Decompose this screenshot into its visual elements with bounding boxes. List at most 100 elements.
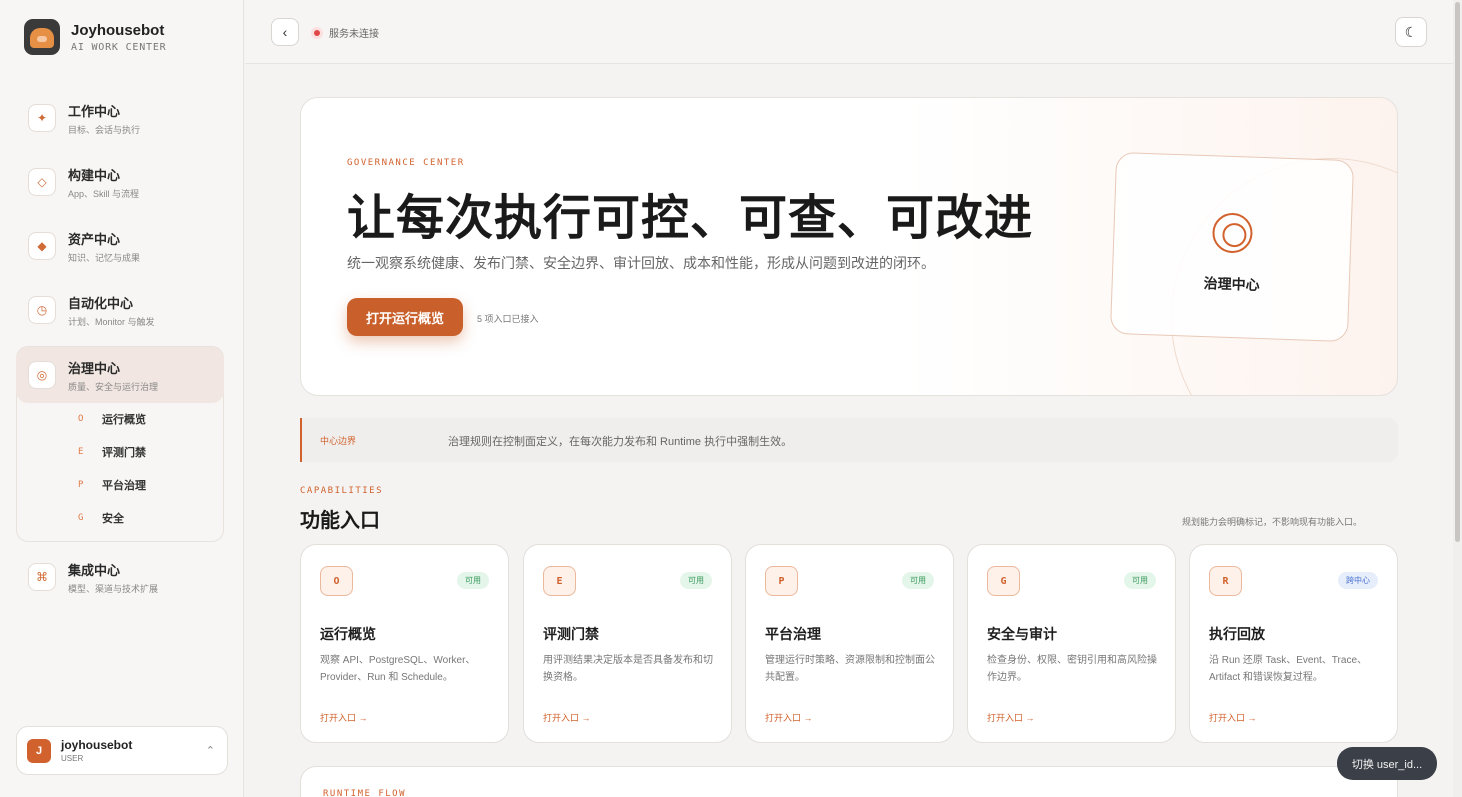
- card-description: 沿 Run 还原 Task、Event、Trace、Artifact 和错误恢复…: [1209, 655, 1368, 683]
- topbar: ‹ 服务未连接 ☾: [245, 0, 1453, 64]
- hero-title: 让每次执行可控、可查、可改进: [347, 192, 1034, 245]
- open-overview-button[interactable]: 打开运行概览: [347, 298, 463, 336]
- capabilities-kicker: CAPABILITIES: [300, 486, 384, 496]
- capabilities-title: 功能入口: [300, 510, 380, 532]
- sidebar-item-assets[interactable]: ◆ 资产中心 知识、记忆与成果: [16, 218, 224, 274]
- sidebar-subitem-security[interactable]: G 安全: [78, 508, 124, 528]
- card-description: 观察 API、PostgreSQL、Worker、Provider、Run 和 …: [320, 655, 476, 683]
- capability-card-platform[interactable]: P 可用 平台治理 管理运行时策略、资源限制和控制面公共配置。 打开入口 →: [745, 544, 954, 743]
- open-entry-link[interactable]: 打开入口 →: [987, 711, 1035, 724]
- capability-card-eval-gate[interactable]: E 可用 评测门禁 用评测结果决定版本是否具备发布和切换资格。 打开入口 →: [523, 544, 732, 743]
- chevron-up-icon: ⌃: [205, 745, 215, 757]
- runtime-flow-panel: RUNTIME FLOW: [300, 766, 1398, 797]
- runtime-kicker: RUNTIME FLOW: [323, 789, 407, 797]
- card-title: 评测门禁: [543, 626, 599, 642]
- card-title: 平台治理: [765, 626, 821, 642]
- user-menu[interactable]: J joyhousebot USER ⌃: [16, 726, 228, 775]
- subitem-key: P: [78, 480, 84, 490]
- sidebar-subitem-eval-gate[interactable]: E 评测门禁: [78, 442, 146, 462]
- collapse-sidebar-button[interactable]: ‹: [271, 18, 299, 46]
- subitem-label: 安全: [102, 513, 124, 525]
- boundary-text: 治理规则在控制面定义，在每次能力发布和 Runtime 执行中强制生效。: [448, 436, 793, 448]
- switch-user-button[interactable]: 切换 user_id...: [1337, 747, 1437, 780]
- center-boundary-note: 中心边界 治理规则在控制面定义，在每次能力发布和 Runtime 执行中强制生效…: [300, 418, 1398, 462]
- target-icon: ◎: [28, 361, 56, 389]
- moon-icon: ☾: [1404, 23, 1418, 40]
- status-badge: 可用: [680, 572, 712, 589]
- hero-description: 统一观察系统健康、发布门禁、安全边界、审计回放、成本和性能，形成从问题到改进的闭…: [347, 255, 935, 271]
- capability-card-replay[interactable]: R 跨中心 执行回放 沿 Run 还原 Task、Event、Trace、Art…: [1189, 544, 1398, 743]
- sidebar-item-work[interactable]: ✦ 工作中心 目标、会话与执行: [16, 90, 224, 146]
- subitem-label: 平台治理: [102, 480, 146, 492]
- sidebar-item-title: 工作中心: [68, 103, 121, 119]
- boundary-label: 中心边界: [320, 436, 357, 446]
- sidebar-item-title: 治理中心: [68, 360, 121, 376]
- sidebar-item-subtitle: 知识、记忆与成果: [68, 252, 141, 263]
- card-description: 检查身份、权限、密钥引用和高风险操作边界。: [987, 655, 1157, 683]
- sidebar-item-subtitle: 质量、安全与运行治理: [68, 381, 159, 392]
- scrollbar[interactable]: [1453, 0, 1462, 797]
- brand-name: Joyhousebot: [71, 21, 165, 39]
- card-description: 管理运行时策略、资源限制和控制面公共配置。: [765, 655, 935, 683]
- command-icon: ⌘: [28, 563, 56, 591]
- capabilities-note: 规划能力会明确标记，不影响现有功能入口。: [1182, 517, 1363, 527]
- card-key: P: [765, 566, 798, 596]
- theme-toggle-button[interactable]: ☾: [1395, 17, 1427, 47]
- sidebar-item-automation[interactable]: ◷ 自动化中心 计划、Monitor 与触发: [16, 282, 224, 338]
- subitem-label: 评测门禁: [102, 447, 146, 459]
- hero-panel: GOVERNANCE CENTER 让每次执行可控、可查、可改进 统一观察系统健…: [300, 97, 1398, 396]
- hero-illustration-card: 治理中心: [1109, 151, 1355, 343]
- diamond-filled-icon: ◆: [28, 232, 56, 260]
- status-badge: 可用: [457, 572, 489, 589]
- status-dot-icon: [314, 29, 320, 36]
- card-key: E: [543, 566, 576, 596]
- brand[interactable]: Joyhousebot AI WORK CENTER: [24, 19, 167, 55]
- hero-meta: 5 项入口已接入: [477, 314, 539, 324]
- subitem-label: 运行概览: [102, 414, 146, 426]
- sidebar-item-subtitle: App、Skill 与流程: [68, 188, 140, 199]
- status-badge: 跨中心: [1338, 572, 1378, 589]
- open-entry-link[interactable]: 打开入口 →: [765, 711, 813, 724]
- subitem-key: O: [78, 414, 84, 424]
- card-key: O: [320, 566, 353, 596]
- capability-card-security[interactable]: G 可用 安全与审计 检查身份、权限、密钥引用和高风险操作边界。 打开入口 →: [967, 544, 1176, 743]
- target-icon: [1211, 212, 1254, 254]
- connection-status: 服务未连接: [314, 25, 379, 40]
- brand-subtitle: AI WORK CENTER: [71, 41, 167, 53]
- status-badge: 可用: [1124, 572, 1156, 589]
- sidebar-subitem-overview[interactable]: O 运行概览: [78, 409, 146, 429]
- open-entry-link[interactable]: 打开入口 →: [543, 711, 591, 724]
- sidebar-item-subtitle: 模型、渠道与技术扩展: [68, 583, 159, 594]
- card-title: 执行回放: [1209, 626, 1265, 642]
- capability-card-overview[interactable]: O 可用 运行概览 观察 API、PostgreSQL、Worker、Provi…: [300, 544, 509, 743]
- card-title: 运行概览: [320, 626, 376, 642]
- sidebar-item-governance[interactable]: ◎ 治理中心 质量、安全与运行治理: [16, 347, 224, 403]
- sidebar-item-integration[interactable]: ⌘ 集成中心 模型、渠道与技术扩展: [16, 549, 224, 605]
- user-name: joyhousebot: [61, 738, 133, 752]
- sidebar-item-subtitle: 计划、Monitor 与触发: [68, 316, 155, 327]
- sidebar: Joyhousebot AI WORK CENTER ✦ 工作中心 目标、会话与…: [0, 0, 244, 797]
- sidebar-item-subtitle: 目标、会话与执行: [68, 124, 141, 135]
- clock-icon: ◷: [28, 296, 56, 324]
- card-title: 安全与审计: [987, 626, 1057, 642]
- chevron-left-icon: ‹: [282, 24, 288, 40]
- card-key: G: [987, 566, 1020, 596]
- sparkle-icon: ✦: [28, 104, 56, 132]
- user-role: USER: [61, 754, 84, 763]
- sidebar-item-title: 自动化中心: [68, 295, 134, 311]
- status-text: 服务未连接: [329, 29, 379, 40]
- sidebar-item-title: 资产中心: [68, 231, 121, 247]
- open-entry-link[interactable]: 打开入口 →: [1209, 711, 1257, 724]
- open-entry-link[interactable]: 打开入口 →: [320, 711, 368, 724]
- sidebar-item-title: 集成中心: [68, 562, 121, 578]
- hero-card-label: 治理中心: [1203, 275, 1260, 293]
- diamond-outline-icon: ◇: [28, 168, 56, 196]
- subitem-key: E: [78, 447, 84, 457]
- sidebar-subitem-platform[interactable]: P 平台治理: [78, 475, 146, 495]
- status-badge: 可用: [902, 572, 934, 589]
- hero-kicker: GOVERNANCE CENTER: [347, 158, 465, 168]
- scrollbar-thumb[interactable]: [1455, 2, 1460, 542]
- avatar: J: [27, 738, 51, 763]
- sidebar-item-title: 构建中心: [68, 167, 121, 183]
- sidebar-item-build[interactable]: ◇ 构建中心 App、Skill 与流程: [16, 154, 224, 210]
